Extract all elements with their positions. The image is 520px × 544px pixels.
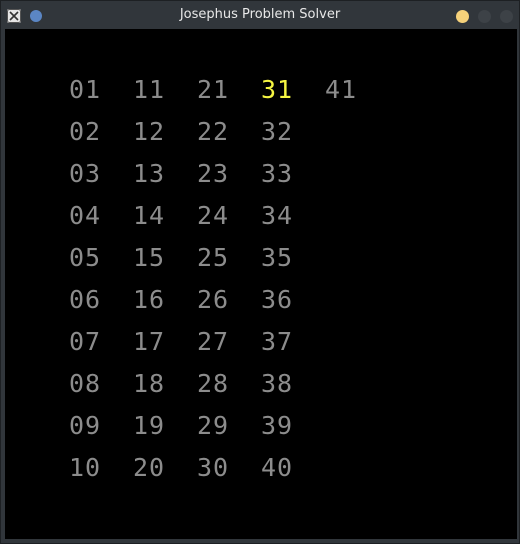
- number-cell-24: 24: [197, 201, 230, 230]
- number-cell-15: 15: [133, 243, 166, 272]
- number-cell-01: 01: [69, 75, 102, 104]
- number-cell-22: 22: [197, 117, 230, 146]
- number-cell-12: 12: [133, 117, 166, 146]
- number-cell-04: 04: [69, 201, 102, 230]
- number-cell-08: 08: [69, 369, 102, 398]
- number-cell-20: 20: [133, 453, 166, 482]
- number-cell-34: 34: [261, 201, 294, 230]
- app-window: Josephus Problem Solver 01 02 03 04 05 06 07 08…: [0, 0, 520, 544]
- number-cell-36: 36: [261, 285, 294, 314]
- number-cell-37: 37: [261, 327, 294, 356]
- number-cell-02: 02: [69, 117, 102, 146]
- number-cell-41: 41: [325, 75, 358, 104]
- number-cell-06: 06: [69, 285, 102, 314]
- number-cell-23: 23: [197, 159, 230, 188]
- number-cell-29: 29: [197, 411, 230, 440]
- close-button[interactable]: [500, 10, 513, 23]
- number-canvas: 01 02 03 04 05 06 07 08 09 10 11 12 13 14 15 16 17 18 19 20…: [5, 29, 517, 539]
- number-cell-19: 19: [133, 411, 166, 440]
- number-cell-27: 27: [197, 327, 230, 356]
- number-cell-28: 28: [197, 369, 230, 398]
- number-cell-07: 07: [69, 327, 102, 356]
- number-cell-03: 03: [69, 159, 102, 188]
- number-cell-09: 09: [69, 411, 102, 440]
- number-cell-11: 11: [133, 75, 166, 104]
- number-cell-26: 26: [197, 285, 230, 314]
- number-cell-21: 21: [197, 75, 230, 104]
- number-cell-30: 30: [197, 453, 230, 482]
- number-cell-10: 10: [69, 453, 102, 482]
- window-title: Josephus Problem Solver: [179, 7, 341, 22]
- number-cell-16: 16: [133, 285, 166, 314]
- number-cell-25: 25: [197, 243, 230, 272]
- minimize-button[interactable]: [456, 10, 469, 23]
- title-bar[interactable]: Josephus Problem Solver: [1, 1, 519, 29]
- number-cell-17: 17: [133, 327, 166, 356]
- number-cell-38: 38: [261, 369, 294, 398]
- number-cell-33: 33: [261, 159, 294, 188]
- number-cell-14: 14: [133, 201, 166, 230]
- number-cell-40: 40: [261, 453, 294, 482]
- number-cell-32: 32: [261, 117, 294, 146]
- maximize-button[interactable]: [478, 10, 491, 23]
- number-cell-35: 35: [261, 243, 294, 272]
- number-cell-18: 18: [133, 369, 166, 398]
- number-cell-13: 13: [133, 159, 166, 188]
- number-cell-05: 05: [69, 243, 102, 272]
- number-cell-31: 31: [261, 75, 294, 104]
- number-cell-39: 39: [261, 411, 294, 440]
